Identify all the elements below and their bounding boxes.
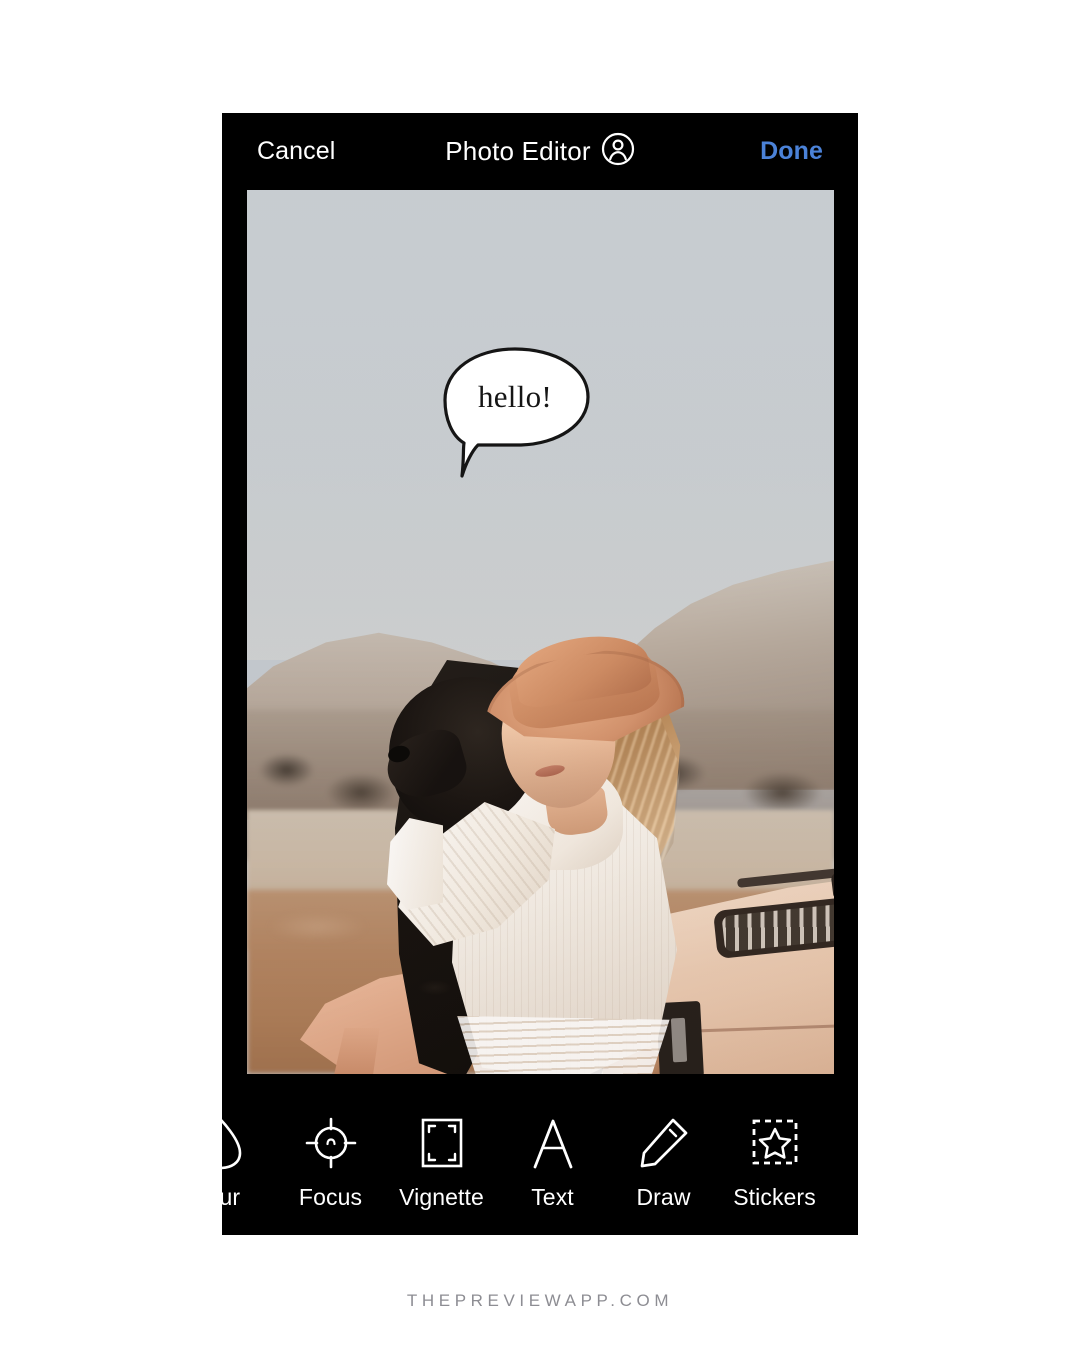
page-root: Cancel Photo Editor Done hello! ur Focus… — [0, 0, 1080, 1350]
tool-button-vignette[interactable]: Vignette — [386, 1098, 497, 1211]
tool-label-focus: Focus — [298, 1184, 363, 1210]
page-title: Photo Editor — [445, 136, 591, 166]
person-circle-icon[interactable] — [601, 132, 635, 171]
tool-button-focus[interactable]: Focus — [275, 1098, 386, 1211]
app-header: Cancel Photo Editor Done — [222, 113, 858, 190]
phone-screen-frame: Cancel Photo Editor Done hello! ur Focus… — [222, 113, 858, 1235]
photo-subject-sweater-hem — [457, 1016, 670, 1074]
frame-corners-icon — [416, 1114, 468, 1172]
tool-label-draw: Draw — [636, 1184, 691, 1210]
letter-a-icon — [527, 1114, 579, 1172]
tool-label-stickers: Stickers — [733, 1184, 816, 1210]
photo-canvas[interactable]: hello! — [247, 190, 834, 1074]
droplet-icon — [222, 1114, 246, 1172]
footer-watermark: THEPREVIEWAPP.COM — [406, 1291, 674, 1310]
tool-button-draw[interactable]: Draw — [608, 1098, 719, 1211]
speech-bubble-text: hello! — [477, 379, 553, 414]
tool-label-vignette: Vignette — [399, 1184, 484, 1210]
tool-button-text[interactable]: Text — [497, 1098, 608, 1211]
star-in-box-icon — [748, 1114, 802, 1172]
tool-button-stickers[interactable]: Stickers — [719, 1098, 830, 1211]
pencil-icon — [637, 1114, 691, 1172]
editor-toolbar: Blur Focus — [222, 1098, 858, 1235]
tool-label-text: Text — [531, 1184, 574, 1210]
tool-button-blur[interactable]: Blur — [222, 1098, 275, 1211]
done-button[interactable]: Done — [760, 137, 823, 166]
cancel-button[interactable]: Cancel — [257, 137, 335, 166]
tool-label-blur: Blur — [222, 1184, 241, 1210]
crosshair-icon — [303, 1114, 359, 1172]
speech-bubble-sticker[interactable]: hello! — [442, 345, 594, 480]
